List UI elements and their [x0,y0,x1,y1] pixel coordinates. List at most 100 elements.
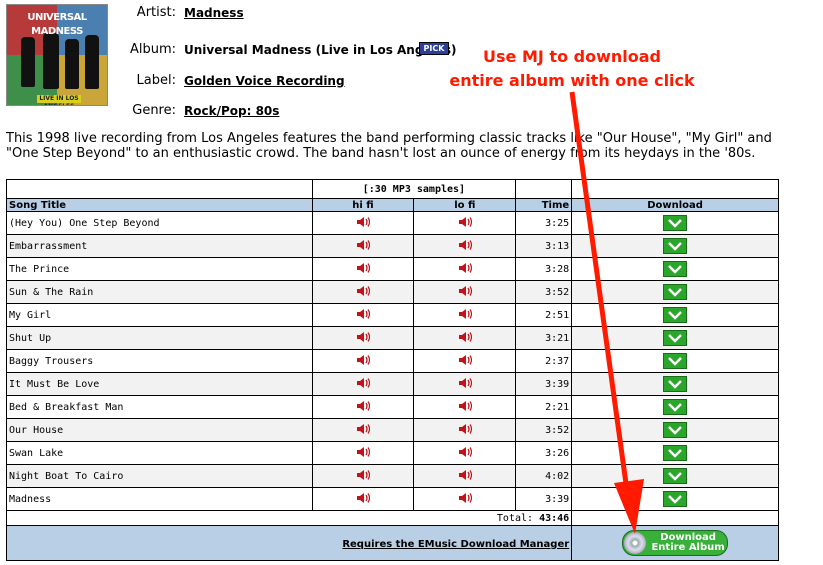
callout-line-1: Use MJ to download [483,47,661,66]
speaker-icon[interactable] [458,308,472,320]
lo-fi-cell [413,280,517,304]
track-table: [:30 MP3 samples] Song Title hi fi lo fi… [5,179,779,561]
track-time: 3:25 [515,211,573,235]
lo-fi-cell [413,418,517,442]
hi-fi-cell [311,372,415,396]
hi-fi-cell [311,464,415,488]
speaker-icon[interactable] [356,377,370,389]
download-arrow-icon[interactable] [663,376,688,392]
track-title: My Girl [6,303,313,327]
lo-fi-cell [413,349,517,373]
download-entire-album-button[interactable]: Download Entire Album [622,530,729,556]
lo-fi-cell [413,441,517,465]
label-label: Label: [136,73,176,88]
speaker-icon[interactable] [356,331,370,343]
speaker-icon[interactable] [458,469,472,481]
speaker-icon[interactable] [356,446,370,458]
blank-cell [515,179,573,199]
download-arrow-icon[interactable] [663,215,688,231]
album-button-line-2: Entire Album [651,542,725,553]
callout-line-2: entire album with one click [449,71,695,90]
track-row: The Prince 3:28 [6,257,779,281]
download-cell [571,326,779,350]
track-title: Bed & Breakfast Man [6,395,313,419]
lo-fi-cell [413,326,517,350]
speaker-icon[interactable] [458,216,472,228]
album-description: This 1998 live recording from Los Angele… [6,131,772,161]
track-time: 2:37 [515,349,573,373]
download-arrow-icon[interactable] [663,330,688,346]
download-cell [571,487,779,511]
track-title: Embarrassment [6,234,313,258]
speaker-icon[interactable] [356,216,370,228]
download-arrow-icon[interactable] [663,284,688,300]
download-arrow-icon[interactable] [663,238,688,254]
hi-fi-cell [311,326,415,350]
speaker-icon[interactable] [458,400,472,412]
hi-fi-cell [311,280,415,304]
download-arrow-icon[interactable] [663,445,688,461]
speaker-icon[interactable] [356,354,370,366]
download-arrow-icon[interactable] [663,353,688,369]
download-cell [571,280,779,304]
download-arrow-icon[interactable] [663,307,688,323]
speaker-icon[interactable] [458,239,472,251]
album-button-label: Download Entire Album [649,533,727,553]
track-title: Madness [6,487,313,511]
download-arrow-icon[interactable] [663,491,688,507]
speaker-icon[interactable] [356,285,370,297]
column-header-time: Time [515,198,573,212]
speaker-icon[interactable] [458,492,472,504]
label-link[interactable]: Golden Voice Recording [184,74,345,88]
track-time: 3:21 [515,326,573,350]
speaker-icon[interactable] [458,262,472,274]
track-row: Our House 3:52 [6,418,779,442]
speaker-icon[interactable] [458,285,472,297]
track-row: My Girl 2:51 [6,303,779,327]
track-time: 2:21 [515,395,573,419]
emusic-download-manager-link[interactable]: Requires the EMusic Download Manager [342,539,569,550]
download-cell [571,441,779,465]
samples-header: [:30 MP3 samples] [311,179,517,199]
hi-fi-cell [311,395,415,419]
lo-fi-cell [413,395,517,419]
total-label: Total: [496,512,534,524]
speaker-icon[interactable] [458,354,472,366]
speaker-icon[interactable] [458,377,472,389]
lo-fi-cell [413,303,517,327]
genre-link[interactable]: Rock/Pop: 80s [184,104,279,118]
album-label: Album: [129,42,176,57]
lo-fi-cell [413,234,517,258]
album-download-cell: Download Entire Album [571,525,779,561]
track-time: 3:52 [515,418,573,442]
download-arrow-icon[interactable] [663,399,688,415]
artist-link[interactable]: Madness [184,6,244,20]
download-arrow-icon[interactable] [663,468,688,484]
speaker-icon[interactable] [356,400,370,412]
total-cell: Total: 43:46 [5,510,573,526]
track-time: 3:28 [515,257,573,281]
download-cell [571,211,779,235]
download-arrow-icon[interactable] [663,261,688,277]
hi-fi-cell [311,487,415,511]
samples-header-row: [:30 MP3 samples] [6,179,779,199]
speaker-icon[interactable] [458,331,472,343]
download-arrow-icon[interactable] [663,422,688,438]
speaker-icon[interactable] [356,239,370,251]
lo-fi-cell [413,257,517,281]
track-time: 3:13 [515,234,573,258]
speaker-icon[interactable] [458,423,472,435]
footer-row: Requires the EMusic Download Manager Dow… [5,525,779,561]
speaker-icon[interactable] [458,446,472,458]
speaker-icon[interactable] [356,308,370,320]
speaker-icon[interactable] [356,262,370,274]
hi-fi-cell [311,441,415,465]
lo-fi-cell [413,464,517,488]
hi-fi-cell [311,418,415,442]
track-row: Bed & Breakfast Man 2:21 [6,395,779,419]
speaker-icon[interactable] [356,469,370,481]
hi-fi-cell [311,349,415,373]
speaker-icon[interactable] [356,492,370,504]
artist-label: Artist: [136,5,176,20]
speaker-icon[interactable] [356,423,370,435]
